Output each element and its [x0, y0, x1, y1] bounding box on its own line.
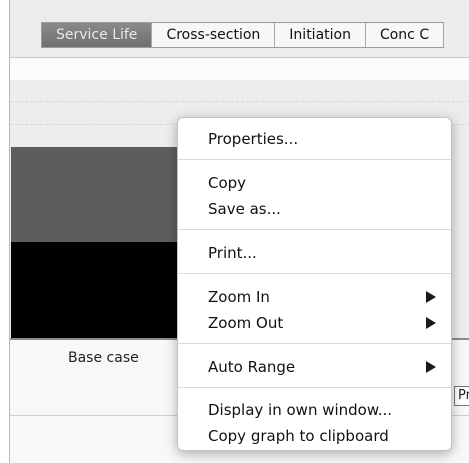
- menu-item-print[interactable]: Print...: [208, 244, 257, 262]
- tab-strip: Service Life Cross-section Initiation Co…: [41, 22, 445, 48]
- tab-bar: Service Life Cross-section Initiation Co…: [9, 0, 469, 58]
- submenu-arrow-icon: [426, 317, 436, 329]
- menu-separator: [178, 273, 451, 274]
- menu-item-save-as[interactable]: Save as...: [208, 200, 281, 218]
- submenu-arrow-icon: [426, 291, 436, 303]
- app-window: Service Life Cross-section Initiation Co…: [0, 0, 469, 463]
- menu-separator: [178, 387, 451, 388]
- menu-item-copy-graph-clipboard[interactable]: Copy graph to clipboard: [208, 427, 389, 445]
- menu-item-zoom-in[interactable]: Zoom In: [208, 288, 270, 306]
- menu-separator: [178, 343, 451, 344]
- menu-item-auto-range[interactable]: Auto Range: [208, 358, 295, 376]
- context-menu: Properties... Copy Save as... Print... Z…: [177, 117, 452, 451]
- toolbar-band: [9, 58, 469, 80]
- submenu-arrow-icon: [426, 361, 436, 373]
- legend-box: Pro: [454, 386, 469, 406]
- menu-item-zoom-out[interactable]: Zoom Out: [208, 314, 283, 332]
- tab-initiation[interactable]: Initiation: [275, 23, 366, 47]
- tab-conc[interactable]: Conc C: [366, 23, 445, 47]
- tab-cross-section[interactable]: Cross-section: [152, 23, 276, 47]
- menu-item-properties[interactable]: Properties...: [208, 130, 298, 148]
- menu-item-display-own-window[interactable]: Display in own window...: [208, 401, 392, 419]
- tab-service-life[interactable]: Service Life: [42, 23, 153, 47]
- x-category-label: Base case: [68, 350, 139, 366]
- menu-item-copy[interactable]: Copy: [208, 174, 246, 192]
- menu-separator: [178, 159, 451, 160]
- menu-separator: [178, 229, 451, 230]
- gridline: [10, 101, 469, 102]
